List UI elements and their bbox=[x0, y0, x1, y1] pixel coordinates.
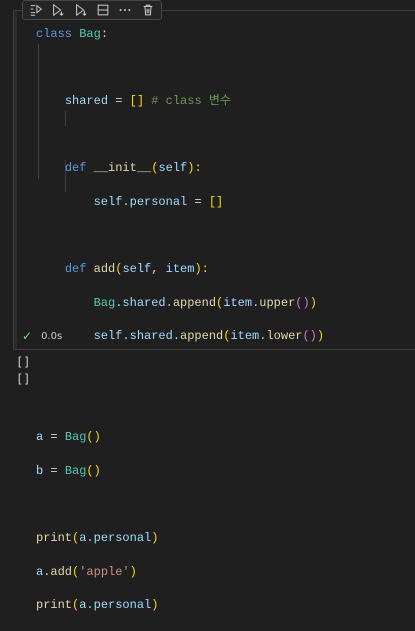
output-line: [] bbox=[16, 372, 31, 386]
execute-below-icon[interactable] bbox=[71, 1, 91, 19]
execute-above-icon[interactable] bbox=[48, 1, 68, 19]
code-line: shared = [] # class 변수 bbox=[64, 94, 231, 109]
code-line: b = Bag() bbox=[36, 463, 101, 478]
split-cell-icon[interactable] bbox=[93, 1, 113, 19]
code-line: def __init__(self): bbox=[64, 161, 202, 176]
cell-toolbar bbox=[22, 0, 162, 20]
code-line: a.add('apple') bbox=[36, 564, 137, 579]
cell-output: [] [] bbox=[16, 354, 30, 388]
code-line: class Bag: bbox=[36, 27, 109, 41]
code-line: self.personal = [] bbox=[93, 194, 224, 209]
delete-icon[interactable] bbox=[138, 1, 158, 19]
code-line: Bag.shared.append(item.upper()) bbox=[93, 295, 317, 310]
cell-focus-bar bbox=[14, 11, 17, 349]
code-line: a = Bag() bbox=[36, 430, 101, 445]
code-editor[interactable]: class Bag: shared = [] # class 변수 def __… bbox=[36, 26, 324, 631]
code-line: def add(self, item): bbox=[64, 262, 209, 277]
run-by-line-icon[interactable] bbox=[26, 1, 46, 19]
output-line: [] bbox=[16, 355, 31, 369]
code-line: self.shared.append(item.lower()) bbox=[93, 329, 325, 344]
code-line: print(a.personal) bbox=[36, 598, 159, 613]
execution-status: ✓ 0.0s bbox=[22, 329, 62, 343]
code-line: print(a.personal) bbox=[36, 530, 159, 545]
execution-time: 0.0s bbox=[41, 330, 63, 342]
success-check-icon: ✓ bbox=[22, 329, 33, 343]
more-actions-icon[interactable] bbox=[115, 1, 135, 19]
